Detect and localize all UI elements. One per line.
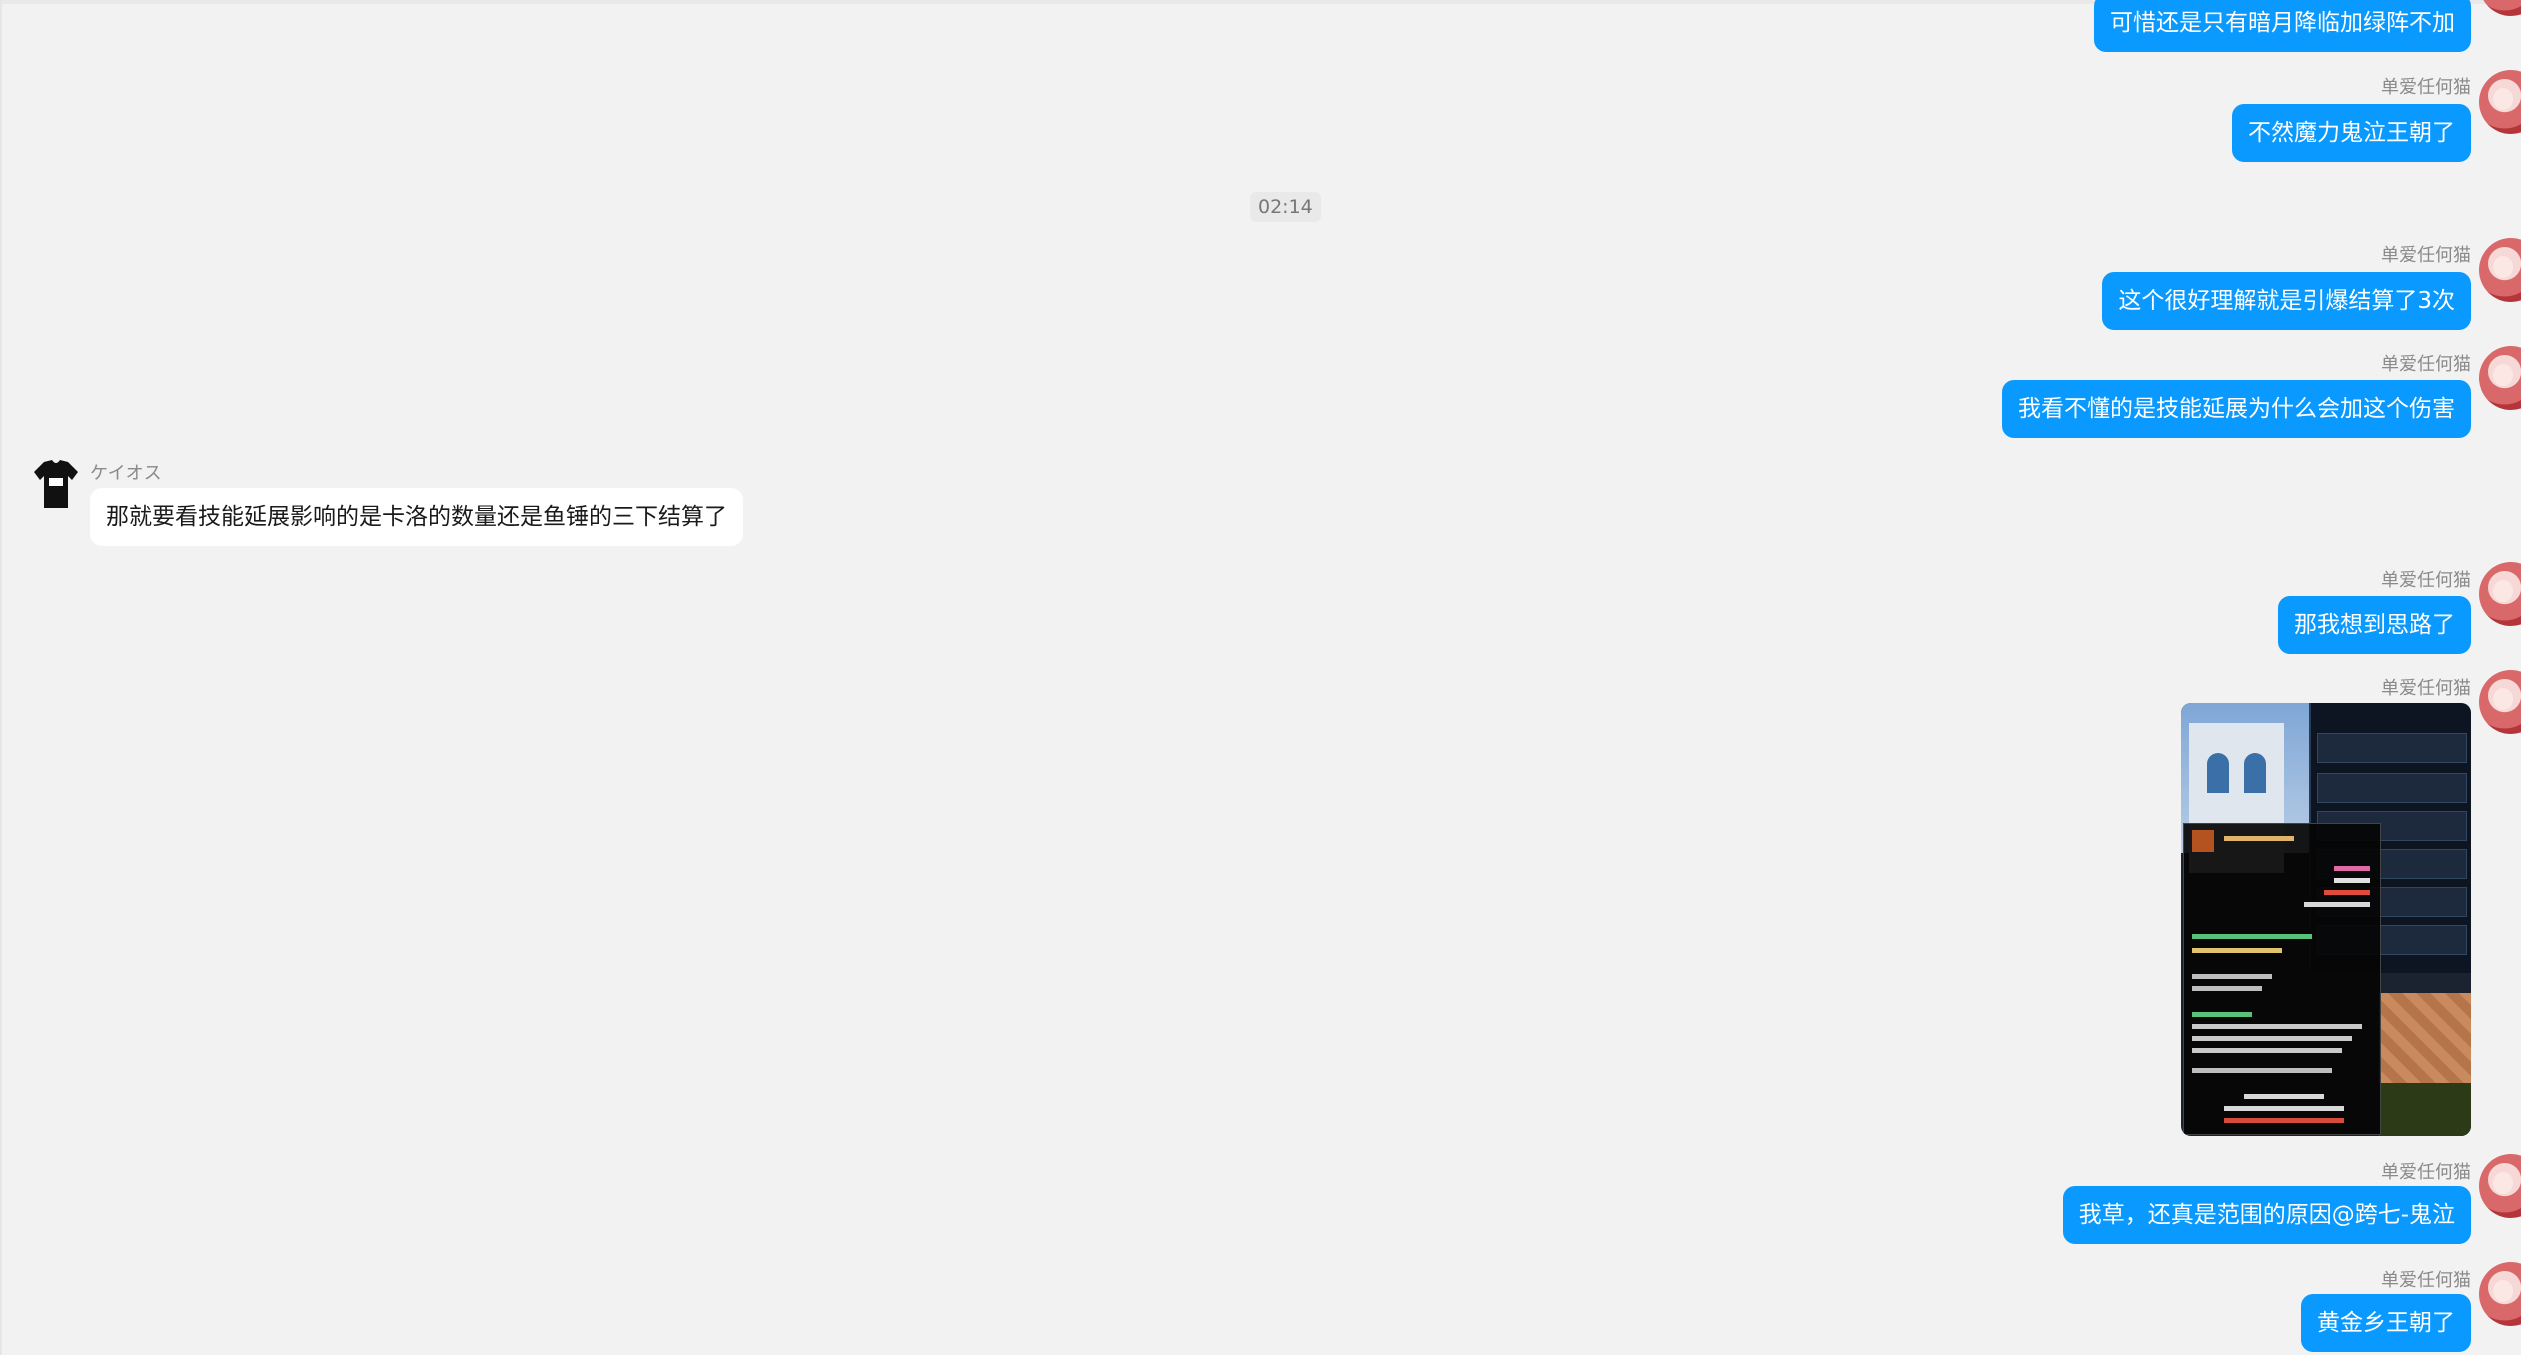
message-bubble[interactable]: 可惜还是只有暗月降临加绿阵不加 [2094, 0, 2471, 52]
left-divider [0, 0, 2, 1355]
message-bubble[interactable]: 这个很好理解就是引爆结算了3次 [2102, 272, 2471, 330]
sender-avatar[interactable] [2479, 1262, 2521, 1326]
game-screenshot-image[interactable] [2181, 703, 2471, 1136]
image-tooltip-line [2224, 836, 2294, 841]
image-tooltip-line [2224, 1106, 2344, 1111]
sender-avatar[interactable] [2479, 562, 2521, 626]
sender-name: 单爱任何猫 [2381, 570, 2471, 591]
sender-avatar[interactable] [2479, 70, 2521, 134]
sender-name: 单爱任何猫 [2381, 77, 2471, 98]
image-tooltip-line [2192, 1036, 2352, 1041]
timestamp-divider: 02:14 [1250, 192, 1321, 222]
image-tooltip-line [2192, 1068, 2332, 1073]
image-panel-row [2317, 773, 2467, 803]
image-tooltip-line [2192, 934, 2312, 939]
image-item-tooltip [2183, 823, 2381, 1135]
image-tooltip-line [2192, 1024, 2362, 1029]
message-bubble[interactable]: 那就要看技能延展影响的是卡洛的数量还是鱼锤的三下结算了 [90, 488, 743, 546]
image-skill-bar-area [2379, 1083, 2471, 1136]
image-floor-area [2379, 993, 2471, 1083]
image-tooltip-line [2334, 878, 2370, 883]
message-bubble[interactable]: 我草，还真是范围的原因@跨七-鬼泣 [2062, 1186, 2471, 1244]
image-panel-row [2317, 733, 2467, 763]
sender-name: 单爱任何猫 [2381, 678, 2471, 699]
sender-name: 单爱任何猫 [2381, 1270, 2471, 1291]
image-tooltip-line [2192, 974, 2272, 979]
image-item-icon [2192, 830, 2214, 852]
sender-name: 单爱任何猫 [2381, 245, 2471, 266]
image-tooltip-line [2224, 1118, 2344, 1123]
sender-name: 单爱任何猫 [2381, 1162, 2471, 1183]
image-tooltip-line [2192, 948, 2282, 953]
sender-name: 单爱任何猫 [2381, 354, 2471, 375]
sender-avatar[interactable] [2479, 670, 2521, 734]
image-tooltip-line [2192, 1012, 2252, 1017]
message-bubble[interactable]: 我看不懂的是技能延展为什么会加这个伤害 [2002, 380, 2471, 438]
sender-avatar[interactable] [2479, 1154, 2521, 1218]
message-bubble[interactable]: 不然魔力鬼泣王朝了 [2232, 104, 2471, 162]
image-tooltip-line [2324, 890, 2370, 895]
sender-avatar[interactable] [2479, 0, 2521, 16]
tshirt-avatar-icon[interactable] [32, 458, 80, 512]
sender-name: ケイオス [90, 463, 162, 484]
image-tooltip-line [2244, 1094, 2324, 1099]
message-bubble[interactable]: 黄金乡王朝了 [2301, 1294, 2471, 1352]
sender-avatar[interactable] [2479, 238, 2521, 302]
chat-history-panel[interactable]: 可惜还是只有暗月降临加绿阵不加 单爱任何猫 不然魔力鬼泣王朝了 02:14 单爱… [0, 0, 2521, 1355]
image-tooltip-line [2192, 1048, 2342, 1053]
message-bubble[interactable]: 那我想到思路了 [2278, 596, 2471, 654]
image-tooltip-line [2304, 902, 2370, 907]
sender-avatar[interactable] [2479, 346, 2521, 410]
image-tooltip-line [2192, 986, 2262, 991]
image-tooltip-line [2334, 866, 2370, 871]
